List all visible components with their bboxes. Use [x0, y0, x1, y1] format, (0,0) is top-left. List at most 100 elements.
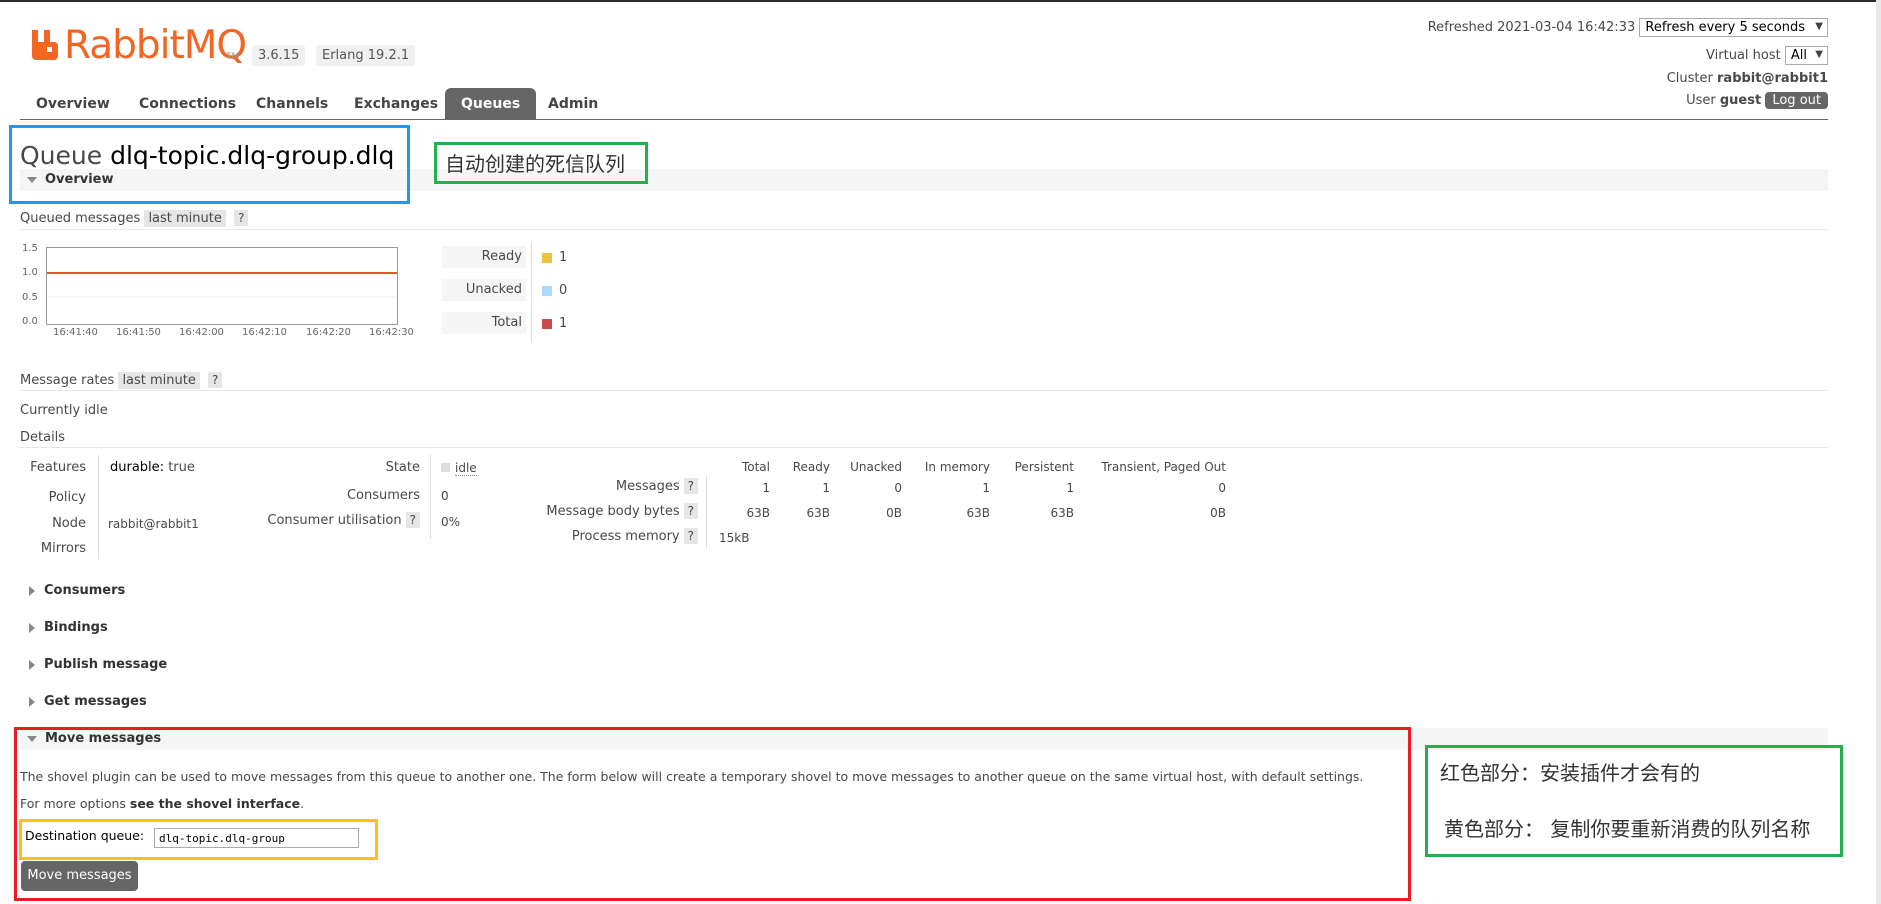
chevron-down-icon: ▼	[1815, 21, 1823, 32]
consumers-label: Consumers	[346, 488, 420, 503]
col-header: Total	[741, 460, 770, 474]
refreshed-time: Refreshed 2021-03-04 16:42:33	[1427, 20, 1636, 35]
tab-queues[interactable]: Queues	[445, 88, 537, 120]
logout-button[interactable]: Log out	[1765, 92, 1828, 109]
queued-help-button[interactable]: ?	[234, 210, 249, 226]
state-value: idle	[441, 461, 477, 476]
legend-ready-value-row: 1	[542, 250, 567, 265]
rabbit-logo-icon	[32, 30, 58, 60]
col-header: Transient, Paged Out	[1101, 460, 1226, 474]
section-title: Get messages	[44, 694, 147, 709]
vhost-row: Virtual host All ▼	[1706, 46, 1828, 65]
total-swatch-icon	[542, 318, 552, 329]
durable-key: durable:	[110, 460, 165, 475]
rabbitmq-logo: RabbitMQ TM	[30, 24, 247, 68]
annotation-box-red	[14, 727, 1411, 901]
table-cell: 63B	[746, 506, 770, 520]
row-label-text: Process memory	[571, 529, 680, 544]
row-label-text: Message body bytes	[546, 504, 680, 519]
section-get-messages[interactable]: Get messages	[29, 694, 147, 709]
tab-overview[interactable]: Overview	[20, 88, 126, 120]
vertical-scrollbar[interactable]	[1876, 0, 1881, 904]
table-cell: 1	[822, 481, 830, 495]
consumer-utilisation-value: 0%	[441, 515, 461, 529]
tab-admin[interactable]: Admin	[532, 88, 614, 120]
divider	[20, 390, 1828, 391]
help-button[interactable]: ?	[683, 503, 698, 519]
y-tick: 0.0	[22, 316, 38, 327]
refresh-interval-value: Refresh every 5 seconds	[1645, 20, 1805, 35]
features-value: durable: true	[110, 460, 195, 475]
user-value: guest	[1719, 93, 1762, 108]
queued-range-pill[interactable]: last minute	[144, 210, 226, 227]
annotation-box-yellow	[19, 819, 378, 860]
x-tick: 16:42:10	[242, 327, 287, 338]
nav-underline	[20, 119, 1828, 120]
annotation-box-blue	[9, 125, 410, 204]
idle-status: Currently idle	[20, 403, 108, 418]
details-divider	[98, 455, 99, 559]
tab-exchanges[interactable]: Exchanges	[338, 88, 454, 120]
col-header: In memory	[924, 460, 990, 474]
utilisation-help-button[interactable]: ?	[405, 512, 420, 528]
details-divider	[430, 455, 431, 539]
divider	[20, 447, 1828, 448]
vhost-select[interactable]: All ▼	[1784, 46, 1828, 65]
state-text: idle	[455, 461, 477, 476]
divider	[20, 229, 1828, 230]
tab-connections[interactable]: Connections	[123, 88, 252, 120]
durable-value: true	[168, 460, 195, 475]
legend-unacked-value-row: 0	[542, 283, 567, 298]
row-label-body-bytes: Message body bytes?	[520, 503, 698, 519]
expand-arrow-icon	[29, 622, 35, 633]
table-cell: 1	[982, 481, 990, 495]
message-rates-label: Message rates	[20, 373, 115, 388]
annotation-red-note: 红色部分：安装插件才会有的	[1440, 761, 1700, 785]
row-label-text: Messages	[615, 479, 680, 494]
section-publish-message[interactable]: Publish message	[29, 657, 167, 672]
consumer-utilisation-label: Consumer utilisation	[267, 513, 402, 528]
queued-messages-label: Queued messages	[20, 211, 141, 226]
x-tick: 16:41:40	[53, 327, 98, 338]
node-label: Node	[52, 516, 86, 531]
table-cell: 0B	[886, 506, 902, 520]
consumers-value: 0	[441, 489, 449, 503]
row-label-messages: Messages?	[520, 478, 698, 494]
consumer-utilisation-row: Consumer utilisation?	[240, 512, 420, 528]
unacked-swatch-icon	[542, 285, 552, 296]
legend-total-value: 1	[559, 316, 568, 331]
y-tick: 1.5	[22, 243, 38, 254]
legend-ready-value: 1	[559, 250, 568, 265]
annotation-yellow-note: 黄色部分： 复制你要重新消费的队列名称	[1444, 817, 1811, 841]
tab-channels[interactable]: Channels	[240, 88, 344, 120]
version-badge: 3.6.15	[252, 45, 306, 66]
cluster-value: rabbit@rabbit1	[1717, 71, 1828, 86]
section-title: Publish message	[44, 657, 168, 672]
table-cell: 1	[1066, 481, 1074, 495]
legend-total-label: Total	[442, 312, 526, 334]
chevron-down-icon: ▼	[1815, 49, 1823, 60]
table-cell: 0	[894, 481, 902, 495]
x-tick: 16:42:30	[369, 327, 414, 338]
rates-help-button[interactable]: ?	[208, 372, 223, 388]
mirrors-label: Mirrors	[40, 541, 86, 556]
message-stats-table: Total Ready Unacked In memory Persistent…	[520, 460, 1226, 560]
refresh-interval-select[interactable]: Refresh every 5 seconds ▼	[1639, 18, 1828, 37]
y-tick: 1.0	[22, 267, 38, 278]
expand-arrow-icon	[29, 585, 35, 596]
legend-unacked-label: Unacked	[442, 279, 526, 301]
rates-range-pill[interactable]: last minute	[118, 372, 200, 389]
legend-divider	[531, 242, 532, 342]
table-cell: 63B	[806, 506, 830, 520]
section-bindings[interactable]: Bindings	[29, 620, 108, 635]
help-button[interactable]: ?	[683, 528, 698, 544]
y-tick: 0.5	[22, 292, 38, 303]
refresh-row: Refreshed 2021-03-04 16:42:33 Refresh ev…	[1428, 18, 1828, 37]
erlang-badge: Erlang 19.2.1	[316, 45, 416, 66]
user-label: User	[1686, 93, 1716, 108]
section-consumers[interactable]: Consumers	[29, 583, 125, 598]
section-title: Bindings	[44, 620, 108, 635]
table-cell: 1	[762, 481, 770, 495]
help-button[interactable]: ?	[683, 478, 698, 494]
node-value: rabbit@rabbit1	[108, 517, 199, 531]
